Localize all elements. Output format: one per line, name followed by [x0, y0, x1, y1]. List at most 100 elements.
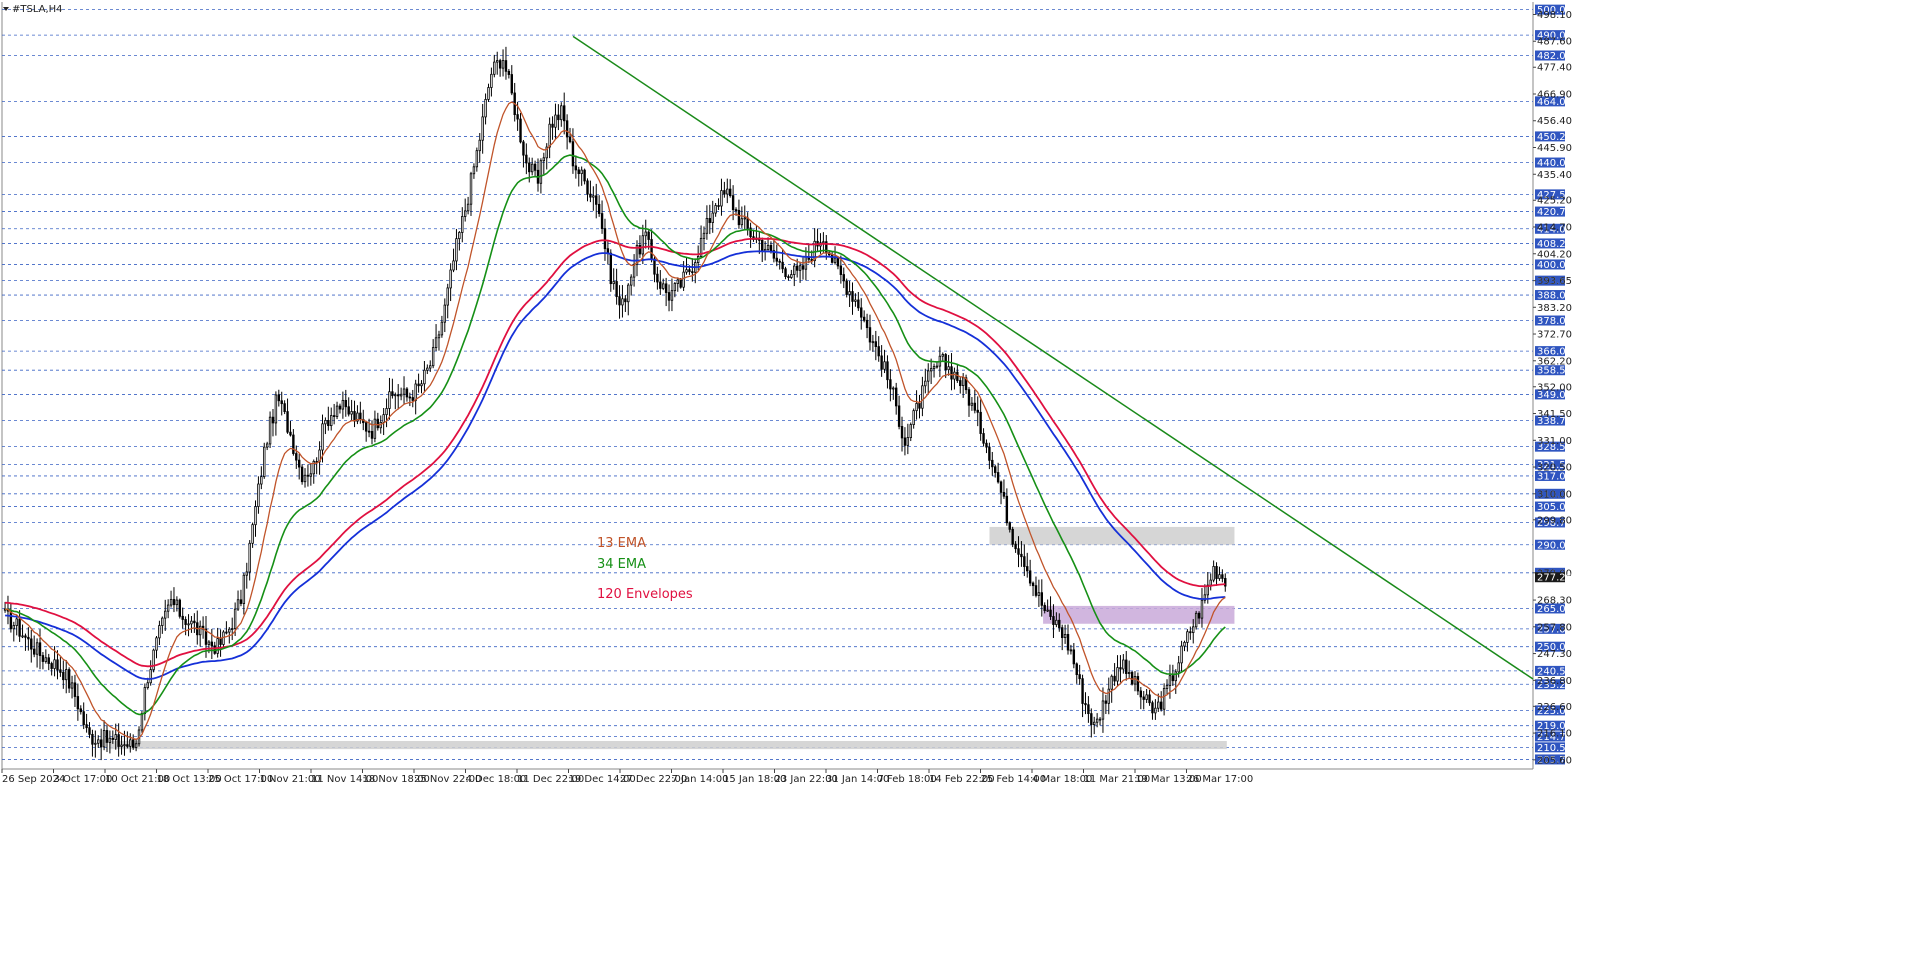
candle-body [1122, 659, 1125, 670]
candle-body [728, 188, 732, 197]
candle-body [394, 394, 397, 397]
candle-body [216, 638, 219, 654]
price-tick-label: 299.80 [1537, 515, 1572, 526]
candle-body [787, 276, 790, 278]
candle-body [321, 423, 324, 451]
dropdown-arrow-icon[interactable] [3, 7, 9, 11]
candle-body [1127, 672, 1131, 674]
candle-body [353, 411, 356, 422]
price-level-label: 378.00 [1537, 316, 1572, 327]
candle-body [134, 743, 138, 748]
candle-body [303, 474, 307, 483]
candle-body [385, 408, 388, 416]
candle-body [1084, 703, 1087, 706]
candle-body [504, 60, 508, 72]
candle-body [420, 383, 423, 387]
candle-body [455, 238, 458, 262]
candle-body [507, 70, 511, 75]
annotation-label: 120 Envelopes [597, 587, 693, 602]
candle-body [1090, 713, 1093, 726]
candle-body [679, 279, 682, 288]
candle-body [656, 273, 659, 283]
candle-body [286, 411, 289, 433]
candle-body [1177, 662, 1180, 673]
candle-body [1078, 674, 1081, 680]
candle-body [1002, 491, 1006, 497]
candle-body [1168, 675, 1172, 686]
candlestick-chart[interactable]: 13 EMA34 EMA120 Envelopes 500.00490.0048… [0, 0, 1916, 963]
candle-body [894, 387, 898, 407]
candle-body [1142, 696, 1145, 700]
candle-body [839, 265, 843, 275]
candle-body [915, 403, 918, 412]
candle-body [271, 416, 275, 424]
symbol-header[interactable]: #TSLA,H4 [3, 4, 63, 15]
candle-body [615, 281, 618, 298]
candle-body [120, 744, 123, 747]
candle-body [1171, 675, 1175, 682]
candle-body [295, 453, 298, 461]
candle-body [102, 730, 106, 748]
candle-body [927, 370, 930, 382]
candle-body [1197, 612, 1201, 619]
price-level-label: 358.50 [1537, 366, 1572, 377]
candle-body [667, 292, 671, 301]
candle-body [956, 371, 959, 381]
candle-body [263, 446, 266, 478]
candle-body [283, 403, 286, 412]
candle-body [702, 232, 706, 239]
candle-body [970, 402, 974, 406]
candle-body [1151, 702, 1154, 714]
candle-body [621, 298, 624, 306]
candle-body [530, 163, 534, 173]
price-level-label: 290.00 [1537, 540, 1572, 551]
candle-body [440, 321, 444, 336]
candle-body [565, 120, 569, 138]
price-tick-label: 320.50 [1537, 463, 1572, 474]
candle-body [1005, 495, 1009, 524]
candle-body [775, 257, 778, 262]
candle-body [408, 396, 412, 399]
candle-body [676, 279, 679, 284]
candle-body [1095, 718, 1099, 723]
candle-body [1107, 688, 1110, 704]
candle-body [1183, 641, 1186, 647]
candle-body [300, 466, 304, 483]
candle-body [612, 281, 615, 285]
candle-body [1145, 694, 1148, 700]
symbol-label: #TSLA,H4 [12, 4, 63, 15]
candle-body [921, 385, 924, 409]
price-axis[interactable]: 500.00490.00482.00464.00450.25440.00427.… [1533, 4, 1572, 767]
candle-body [1052, 616, 1055, 626]
candle-body [1209, 579, 1212, 586]
time-axis[interactable]: 26 Sep 20243 Oct 17:0010 Oct 21:0018 Oct… [1, 769, 1253, 785]
candle-body [47, 657, 50, 664]
candle-body [950, 366, 953, 380]
candle-body [99, 739, 103, 748]
candle-body [769, 244, 773, 251]
candle-body [131, 739, 135, 748]
candle-body [70, 682, 74, 689]
candle-body [169, 598, 173, 606]
candle-body [431, 347, 435, 367]
candle-body [726, 188, 729, 195]
candle-body [1189, 631, 1192, 634]
candle-body [458, 232, 461, 240]
candle-body [510, 74, 513, 94]
candle-body [557, 114, 560, 121]
candle-body [912, 410, 915, 425]
candle-body [426, 367, 429, 371]
candle-body [231, 628, 234, 630]
candle-body [1186, 631, 1189, 643]
candle-body [248, 542, 251, 573]
candle-body [845, 280, 848, 295]
candle-body [600, 213, 604, 229]
candle-body [1008, 522, 1011, 530]
candle-body [481, 116, 484, 141]
candle-body [452, 260, 455, 271]
candle-body [364, 422, 368, 432]
candle-body [982, 433, 985, 444]
candle-body [909, 424, 912, 439]
candle-body [309, 473, 313, 477]
candle-body [233, 608, 237, 629]
